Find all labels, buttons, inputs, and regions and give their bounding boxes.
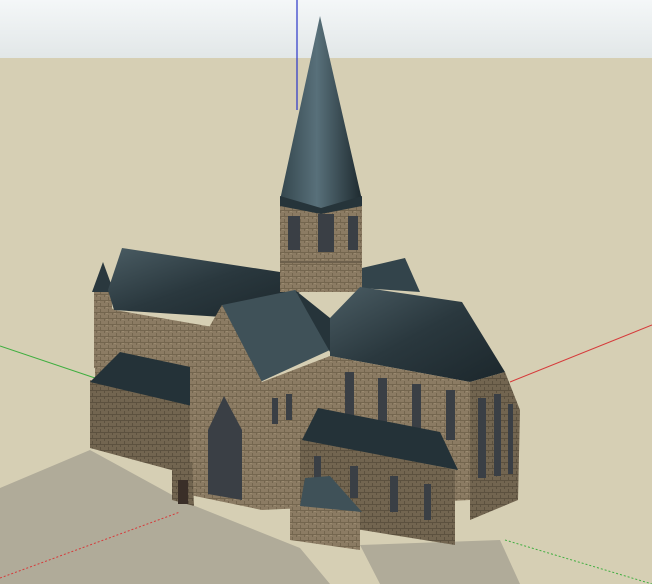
tower-window <box>348 216 358 250</box>
scene-canvas[interactable] <box>0 0 652 584</box>
door <box>178 480 188 504</box>
tower-window <box>318 214 334 252</box>
3d-modeling-viewport[interactable] <box>0 0 652 584</box>
tower-window <box>288 216 300 250</box>
model-shadow-right <box>360 540 520 584</box>
left-turret-wall <box>94 290 112 372</box>
